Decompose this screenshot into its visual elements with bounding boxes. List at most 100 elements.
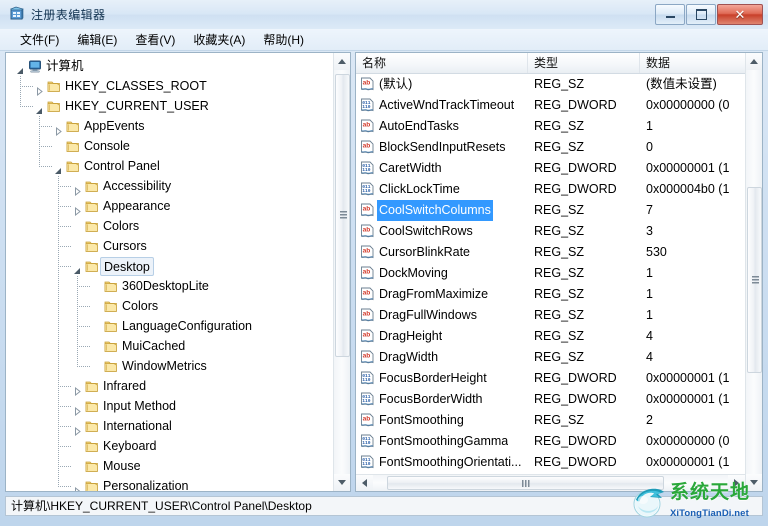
tree-item-international[interactable]: International [6,416,333,436]
value-row[interactable]: 011110FocusBorderWidthREG_DWORD0x0000000… [356,389,745,410]
tree-guide-line [58,296,59,316]
value-row[interactable]: abBlockSendInputResetsREG_SZ0 [356,137,745,158]
tree-item-accessibility[interactable]: Accessibility [6,176,333,196]
value-row[interactable]: abCoolSwitchRowsREG_SZ3 [356,221,745,242]
maximize-button[interactable] [686,4,716,25]
values-scrollbar-thumb[interactable] [747,187,762,373]
tree-item-[interactable]: 计算机 [6,56,333,76]
title-bar: 注册表编辑器 ✕ [0,0,768,30]
expand-triangle-down-icon[interactable] [54,162,63,171]
value-name: CoolSwitchColumns [377,200,493,221]
value-row[interactable]: abCursorBlinkRateREG_SZ530 [356,242,745,263]
folder-icon [85,179,99,192]
menu-file[interactable]: 文件(F) [11,29,68,51]
tree-scrollbar-thumb[interactable] [335,74,350,357]
value-row[interactable]: abDragWidthREG_SZ4 [356,347,745,368]
menu-view[interactable]: 查看(V) [126,29,184,51]
value-row[interactable]: abDockMovingREG_SZ1 [356,263,745,284]
expand-triangle-down-icon[interactable] [35,102,44,111]
tree-item-label: Infrared [103,376,146,396]
tree-item-infrared[interactable]: Infrared [6,376,333,396]
column-header-name[interactable]: 名称 [356,53,528,73]
maximize-icon [696,9,707,20]
value-row[interactable]: abCoolSwitchColumnsREG_SZ7 [356,200,745,221]
tree-item-windowmetrics[interactable]: WindowMetrics [6,356,333,376]
tree-item-label: Colors [122,296,158,316]
expand-triangle-right-icon[interactable] [73,182,82,191]
expand-triangle-right-icon[interactable] [54,122,63,131]
tree-item-colors[interactable]: Colors [6,216,333,236]
registry-key-tree[interactable]: 计算机HKEY_CLASSES_ROOTHKEY_CURRENT_USERApp… [6,53,333,491]
values-hscrollbar-thumb[interactable] [387,476,664,490]
reg-sz-icon: ab [360,119,375,134]
folder-icon [85,379,99,392]
values-vertical-scrollbar[interactable] [745,53,762,491]
value-row[interactable]: ab(默认)REG_SZ(数值未设置) [356,74,745,95]
tree-guide-stub [58,466,71,467]
expand-triangle-right-icon[interactable] [35,82,44,91]
tree-item-keyboard[interactable]: Keyboard [6,436,333,456]
values-horizontal-scrollbar[interactable] [356,474,745,491]
value-row[interactable]: abDragHeightREG_SZ4 [356,326,745,347]
close-button[interactable]: ✕ [717,4,763,25]
tree-item-hkey-current-user[interactable]: HKEY_CURRENT_USER [6,96,333,116]
expand-triangle-right-icon[interactable] [73,422,82,431]
value-row[interactable]: 011110FontSmoothingGammaREG_DWORD0x00000… [356,431,745,452]
expand-triangle-down-icon[interactable] [16,62,25,71]
tree-scroll-up-button[interactable] [334,53,350,70]
minimize-button[interactable] [655,4,685,25]
tree-item-console[interactable]: Console [6,136,333,156]
value-row[interactable]: 011110FontSmoothingOrientati...REG_DWORD… [356,452,745,473]
tree-item-label: Control Panel [84,156,160,176]
tree-item-desktop[interactable]: Desktop [6,256,333,276]
tree-item-label: Accessibility [103,176,171,196]
value-row[interactable]: abFontSmoothingREG_SZ2 [356,410,745,431]
tree-item-muicached[interactable]: MuiCached [6,336,333,356]
expand-triangle-right-icon[interactable] [73,402,82,411]
tree-guide-line [58,276,59,296]
tree-vertical-scrollbar[interactable] [333,53,350,491]
column-header-type[interactable]: 类型 [528,53,640,73]
value-data: 0 [646,137,653,158]
tree-item-cursors[interactable]: Cursors [6,236,333,256]
values-scroll-down-button[interactable] [746,474,762,491]
tree-item-colors[interactable]: Colors [6,296,333,316]
tree-guide-stub [58,246,71,247]
tree-item-appevents[interactable]: AppEvents [6,116,333,136]
value-name: AutoEndTasks [379,116,459,137]
tree-item-input-method[interactable]: Input Method [6,396,333,416]
expand-triangle-down-icon[interactable] [73,262,82,271]
expand-triangle-right-icon[interactable] [73,382,82,391]
value-row[interactable]: abAutoEndTasksREG_SZ1 [356,116,745,137]
value-row[interactable]: abDragFullWindowsREG_SZ1 [356,305,745,326]
folder-icon [85,459,99,472]
expand-triangle-right-icon[interactable] [73,482,82,491]
column-header-data[interactable]: 数据 [640,53,747,73]
expand-triangle-right-icon[interactable] [73,202,82,211]
values-column-header: 名称 类型 数据 [356,53,745,74]
tree-guide-stub [39,146,52,147]
value-row[interactable]: 011110ClickLockTimeREG_DWORD0x000004b0 (… [356,179,745,200]
value-row[interactable]: abDragFromMaximizeREG_SZ1 [356,284,745,305]
tree-guide-stub [58,426,71,427]
value-row[interactable]: 011110ActiveWndTrackTimeoutREG_DWORD0x00… [356,95,745,116]
tree-item-hkey-classes-root[interactable]: HKEY_CLASSES_ROOT [6,76,333,96]
values-scroll-right-button[interactable] [728,475,745,491]
tree-item-label: HKEY_CURRENT_USER [65,96,209,116]
values-scroll-left-button[interactable] [356,475,373,491]
tree-item-mouse[interactable]: Mouse [6,456,333,476]
menu-help[interactable]: 帮助(H) [254,29,313,51]
tree-item-360desktoplite[interactable]: 360DesktopLite [6,276,333,296]
tree-item-appearance[interactable]: Appearance [6,196,333,216]
registry-values-list[interactable]: ab(默认)REG_SZ(数值未设置)011110ActiveWndTrackT… [356,74,745,473]
tree-item-control-panel[interactable]: Control Panel [6,156,333,176]
menu-favorites[interactable]: 收藏夹(A) [184,29,254,51]
value-row[interactable]: 011110CaretWidthREG_DWORD0x00000001 (1 [356,158,745,179]
tree-scroll-down-button[interactable] [334,474,350,491]
tree-item-personalization[interactable]: Personalization [6,476,333,491]
value-row[interactable]: 011110FocusBorderHeightREG_DWORD0x000000… [356,368,745,389]
values-scroll-up-button[interactable] [746,53,762,70]
tree-item-languageconfiguration[interactable]: LanguageConfiguration [6,316,333,336]
tree-guide-stub [77,366,90,367]
menu-edit[interactable]: 编辑(E) [68,29,126,51]
